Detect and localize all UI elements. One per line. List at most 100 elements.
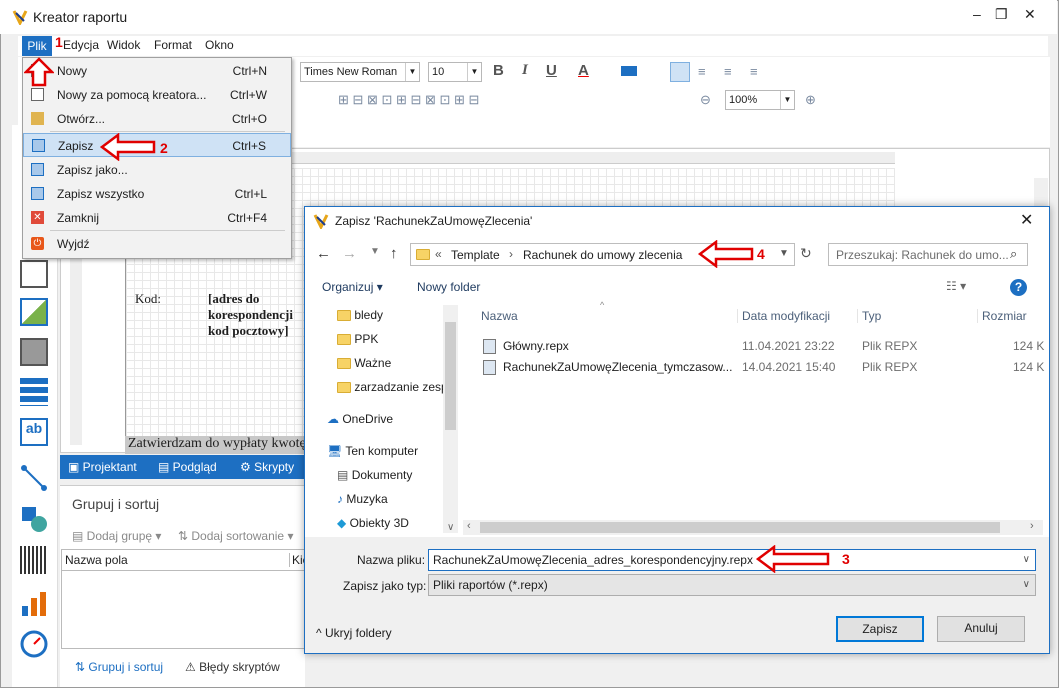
up-arrow-icon[interactable]: ↑ xyxy=(390,245,398,262)
barcode-tool-icon[interactable] xyxy=(20,546,48,574)
nav-item-zarzadzanie[interactable]: zarzadzanie zesp xyxy=(337,380,448,394)
tab-skrypty[interactable]: ⚙ Skrypty xyxy=(240,460,294,474)
nav-item-onedrive[interactable]: ☁ OneDrive xyxy=(327,412,393,426)
nav-item-obiekty-3d[interactable]: ◆ Obiekty 3D xyxy=(337,516,409,530)
menu-item-nowy[interactable]: Nowy Ctrl+N xyxy=(23,59,291,83)
col-type[interactable]: Typ xyxy=(857,309,881,323)
align-objects-icons[interactable]: ⊞ ⊟ ⊠ ⊡ ⊞ ⊟ ⊠ ⊡ ⊞ ⊟ xyxy=(338,92,479,108)
document-icon: ▤ xyxy=(337,468,349,482)
add-sort-label: Dodaj sortowanie xyxy=(191,529,285,543)
close-icon[interactable]: ✕ xyxy=(1024,6,1036,23)
menu-plik[interactable]: Plik xyxy=(22,36,52,56)
menu-okno[interactable]: Okno xyxy=(205,38,234,52)
menu-item-zapisz-jako[interactable]: Zapisz jako... xyxy=(23,158,291,182)
edit-tool-icon[interactable] xyxy=(20,260,48,288)
minimize-icon[interactable]: – xyxy=(973,6,981,22)
filename-input[interactable]: RachunekZaUmowęZlecenia_adres_koresponde… xyxy=(428,549,1036,571)
shape-tool-icon[interactable] xyxy=(20,505,48,533)
font-size-select[interactable]: 10 ▼ xyxy=(428,62,482,82)
file-row[interactable]: RachunekZaUmowęZlecenia_tymczasow... 14.… xyxy=(481,359,1046,379)
col-date[interactable]: Data modyfikacji xyxy=(737,309,830,323)
tab-podglad[interactable]: ▤ Podgląd xyxy=(158,460,217,474)
breadcrumb-template[interactable]: Template xyxy=(451,248,500,262)
tab-group-sort[interactable]: ⇅ Grupuj i sortuj xyxy=(75,660,163,674)
file-row[interactable]: Główny.repx 11.04.2021 23:22 Plik REPX 1… xyxy=(481,338,1046,358)
menu-item-otworz[interactable]: Otwórz... Ctrl+O xyxy=(23,107,291,131)
nav-item-ten-komputer[interactable]: 🖥 Ten komputer xyxy=(327,444,418,458)
nav-item-ppk[interactable]: PPK xyxy=(337,332,378,346)
chevron-down-icon[interactable]: ∨ xyxy=(1023,554,1030,565)
zoom-select[interactable]: 100% ▼ xyxy=(725,90,795,110)
filetype-select[interactable]: Pliki raportów (*.repx) ∨ xyxy=(428,574,1036,596)
menu-item-zapisz-wszystko[interactable]: Zapisz wszystko Ctrl+L xyxy=(23,182,291,206)
table-tool-icon[interactable] xyxy=(20,378,48,406)
label-tool-icon[interactable]: ab xyxy=(20,418,48,446)
recent-chevron-icon[interactable]: ▼ xyxy=(370,246,380,257)
approval-band[interactable]: Zatwierdzam do wypłaty kwotę xyxy=(125,436,305,454)
panel-tool-icon[interactable] xyxy=(20,338,48,366)
tab-script-errors[interactable]: ⚠ Błędy skryptów xyxy=(185,660,280,674)
menu-item-wyjdz[interactable]: ⏻ Wyjdź xyxy=(23,232,291,256)
font-select[interactable]: Times New Roman ▼ xyxy=(300,62,420,82)
font-color-icon[interactable]: A xyxy=(578,62,589,79)
tab-group-sort-label: Grupuj i sortuj xyxy=(88,660,164,674)
scroll-right-icon[interactable]: › xyxy=(1030,520,1034,532)
menu-format[interactable]: Format xyxy=(154,38,192,52)
save-button[interactable]: Zapisz xyxy=(836,616,924,642)
maximize-icon[interactable]: ❐ xyxy=(995,6,1008,23)
menu-item-nowy-kreator[interactable]: Nowy za pomocą kreatora... Ctrl+W xyxy=(23,83,291,107)
horizontal-scrollbar-thumb[interactable] xyxy=(480,522,1000,533)
highlight-icon[interactable] xyxy=(621,66,637,76)
search-icon[interactable]: ⌕ xyxy=(1010,246,1017,262)
align-left-icon[interactable] xyxy=(670,62,690,82)
view-options-icon[interactable]: ☷ ▾ xyxy=(946,279,966,293)
line-tool-icon[interactable] xyxy=(20,464,48,492)
help-icon[interactable]: ? xyxy=(1010,279,1027,296)
bold-icon[interactable]: B xyxy=(493,62,504,79)
menu-edycja[interactable]: Edycja xyxy=(63,38,99,52)
picture-tool-icon[interactable] xyxy=(20,298,48,326)
organize-button[interactable]: Organizuj ▾ xyxy=(322,280,383,294)
add-group-button[interactable]: ▤ Dodaj grupę ▾ xyxy=(72,529,161,543)
back-arrow-icon[interactable]: ← xyxy=(316,245,331,262)
zoom-out-icon[interactable]: ⊖ xyxy=(700,92,711,108)
chart-tool-icon[interactable] xyxy=(20,590,48,618)
breadcrumb-current[interactable]: Rachunek do umowy zlecenia xyxy=(523,248,682,262)
nav-item-wazne[interactable]: Ważne xyxy=(337,356,391,370)
nav-item-dokumenty[interactable]: ▤ Dokumenty xyxy=(337,468,412,482)
scroll-left-icon[interactable]: ‹ xyxy=(467,520,471,532)
menu-item-zapisz[interactable]: Zapisz Ctrl+S xyxy=(23,133,291,157)
dialog-close-icon[interactable]: ✕ xyxy=(1020,210,1033,230)
nav-scrollbar-thumb[interactable] xyxy=(445,322,456,430)
search-input[interactable]: Przeszukaj: Rachunek do umo... xyxy=(828,243,1028,266)
chevron-down-icon[interactable]: ∨ xyxy=(1023,579,1030,590)
nav-item-muzyka[interactable]: ♪ Muzyka xyxy=(337,492,388,506)
tab-projektant[interactable]: ▣ Projektant xyxy=(68,460,137,474)
underline-icon[interactable]: U xyxy=(546,62,557,79)
adres-field[interactable]: [adres do korespondencji kod pocztowy] xyxy=(208,291,303,339)
cancel-button[interactable]: Anuluj xyxy=(937,616,1025,642)
zoom-in-icon[interactable]: ⊕ xyxy=(805,92,816,108)
annotation-arrow-left-icon xyxy=(756,545,830,573)
align-right-icon[interactable]: ≡ xyxy=(724,64,732,79)
filetype-label: Zapisz jako typ: xyxy=(343,579,427,593)
gauge-tool-icon[interactable] xyxy=(20,630,48,658)
col-name[interactable]: Nazwa xyxy=(481,309,518,323)
justify-icon[interactable]: ≡ xyxy=(750,64,758,79)
chevron-down-icon[interactable]: ▼ xyxy=(779,248,789,259)
col-size[interactable]: Rozmiar xyxy=(977,309,1027,323)
hide-folders-button[interactable]: ^ Ukryj foldery xyxy=(316,626,392,640)
nav-item-bledy[interactable]: bledy xyxy=(337,308,383,322)
menu-item-zamknij[interactable]: ✕ Zamknij Ctrl+F4 xyxy=(23,206,291,230)
menu-widok[interactable]: Widok xyxy=(107,38,140,52)
file-date: 14.04.2021 15:40 xyxy=(742,360,836,374)
italic-icon[interactable]: I xyxy=(522,62,528,79)
overflow-chevron-icon[interactable]: « xyxy=(435,247,442,261)
refresh-icon[interactable]: ↻ xyxy=(800,245,812,262)
align-center-icon[interactable]: ≡ xyxy=(698,64,706,79)
new-folder-button[interactable]: Nowy folder xyxy=(417,280,480,294)
forward-arrow-icon[interactable]: → xyxy=(342,245,357,262)
kod-label[interactable]: Kod: xyxy=(135,291,161,307)
nav-scroll-down-icon[interactable]: ∨ xyxy=(447,522,454,533)
add-sort-button[interactable]: ⇅ Dodaj sortowanie ▾ xyxy=(178,529,293,543)
